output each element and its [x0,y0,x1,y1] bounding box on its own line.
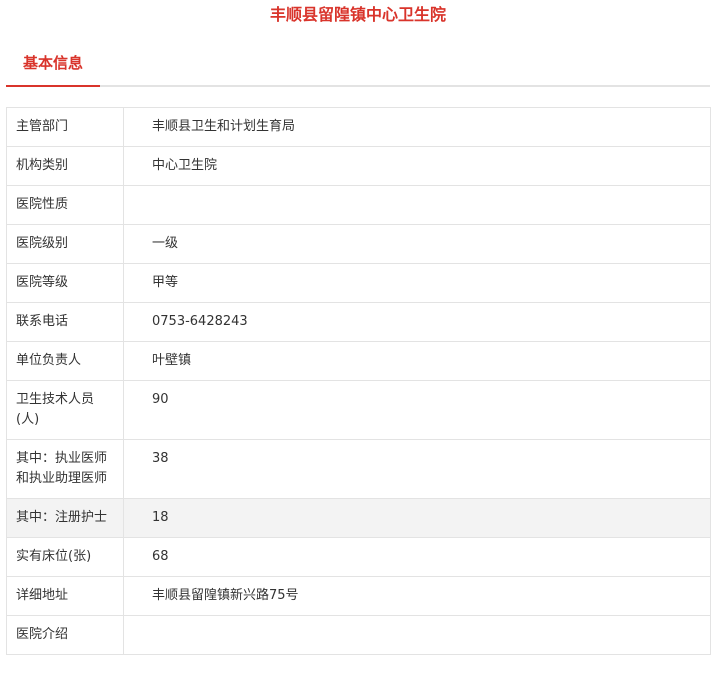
table-row: 联系电话 0753-6428243 [6,302,711,342]
row-label: 医院级别 [6,224,124,264]
row-value: 甲等 [123,263,711,303]
row-value: 叶壁镇 [123,341,711,381]
row-label: 主管部门 [6,107,124,147]
table-row: 其中：注册护士 18 [6,498,711,538]
info-table: 主管部门 丰顺县卫生和计划生育局 机构类别 中心卫生院 医院性质 医院级别 一级… [6,107,711,655]
row-value: 68 [123,537,711,577]
table-row: 医院介绍 [6,615,711,655]
table-row: 机构类别 中心卫生院 [6,146,711,186]
tab-bar: 基本信息 [6,44,710,87]
tab-basic-info[interactable]: 基本信息 [6,44,100,87]
row-value: 丰顺县卫生和计划生育局 [123,107,711,147]
row-label: 医院介绍 [6,615,124,655]
row-label: 联系电话 [6,302,124,342]
row-label: 其中：执业医师和执业助理医师 [6,439,124,499]
row-label: 单位负责人 [6,341,124,381]
row-label: 卫生技术人员(人) [6,380,124,440]
row-value [123,185,711,225]
table-row: 详细地址 丰顺县留隍镇新兴路75号 [6,576,711,616]
table-row: 医院等级 甲等 [6,263,711,303]
row-value: 18 [123,498,711,538]
row-value: 90 [123,380,711,440]
table-row: 单位负责人 叶壁镇 [6,341,711,381]
row-value: 一级 [123,224,711,264]
row-label: 详细地址 [6,576,124,616]
row-label: 实有床位(张) [6,537,124,577]
table-row: 主管部门 丰顺县卫生和计划生育局 [6,107,711,147]
row-label: 医院性质 [6,185,124,225]
row-label: 机构类别 [6,146,124,186]
table-row: 医院性质 [6,185,711,225]
table-row: 实有床位(张) 68 [6,537,711,577]
table-row: 其中：执业医师和执业助理医师 38 [6,439,711,499]
row-label: 其中：注册护士 [6,498,124,538]
table-row: 卫生技术人员(人) 90 [6,380,711,440]
row-value [123,615,711,655]
row-value: 0753-6428243 [123,302,711,342]
row-value: 丰顺县留隍镇新兴路75号 [123,576,711,616]
row-label: 医院等级 [6,263,124,303]
table-row: 医院级别 一级 [6,224,711,264]
row-value: 中心卫生院 [123,146,711,186]
page-title: 丰顺县留隍镇中心卫生院 [269,5,446,24]
row-value: 38 [123,439,711,499]
